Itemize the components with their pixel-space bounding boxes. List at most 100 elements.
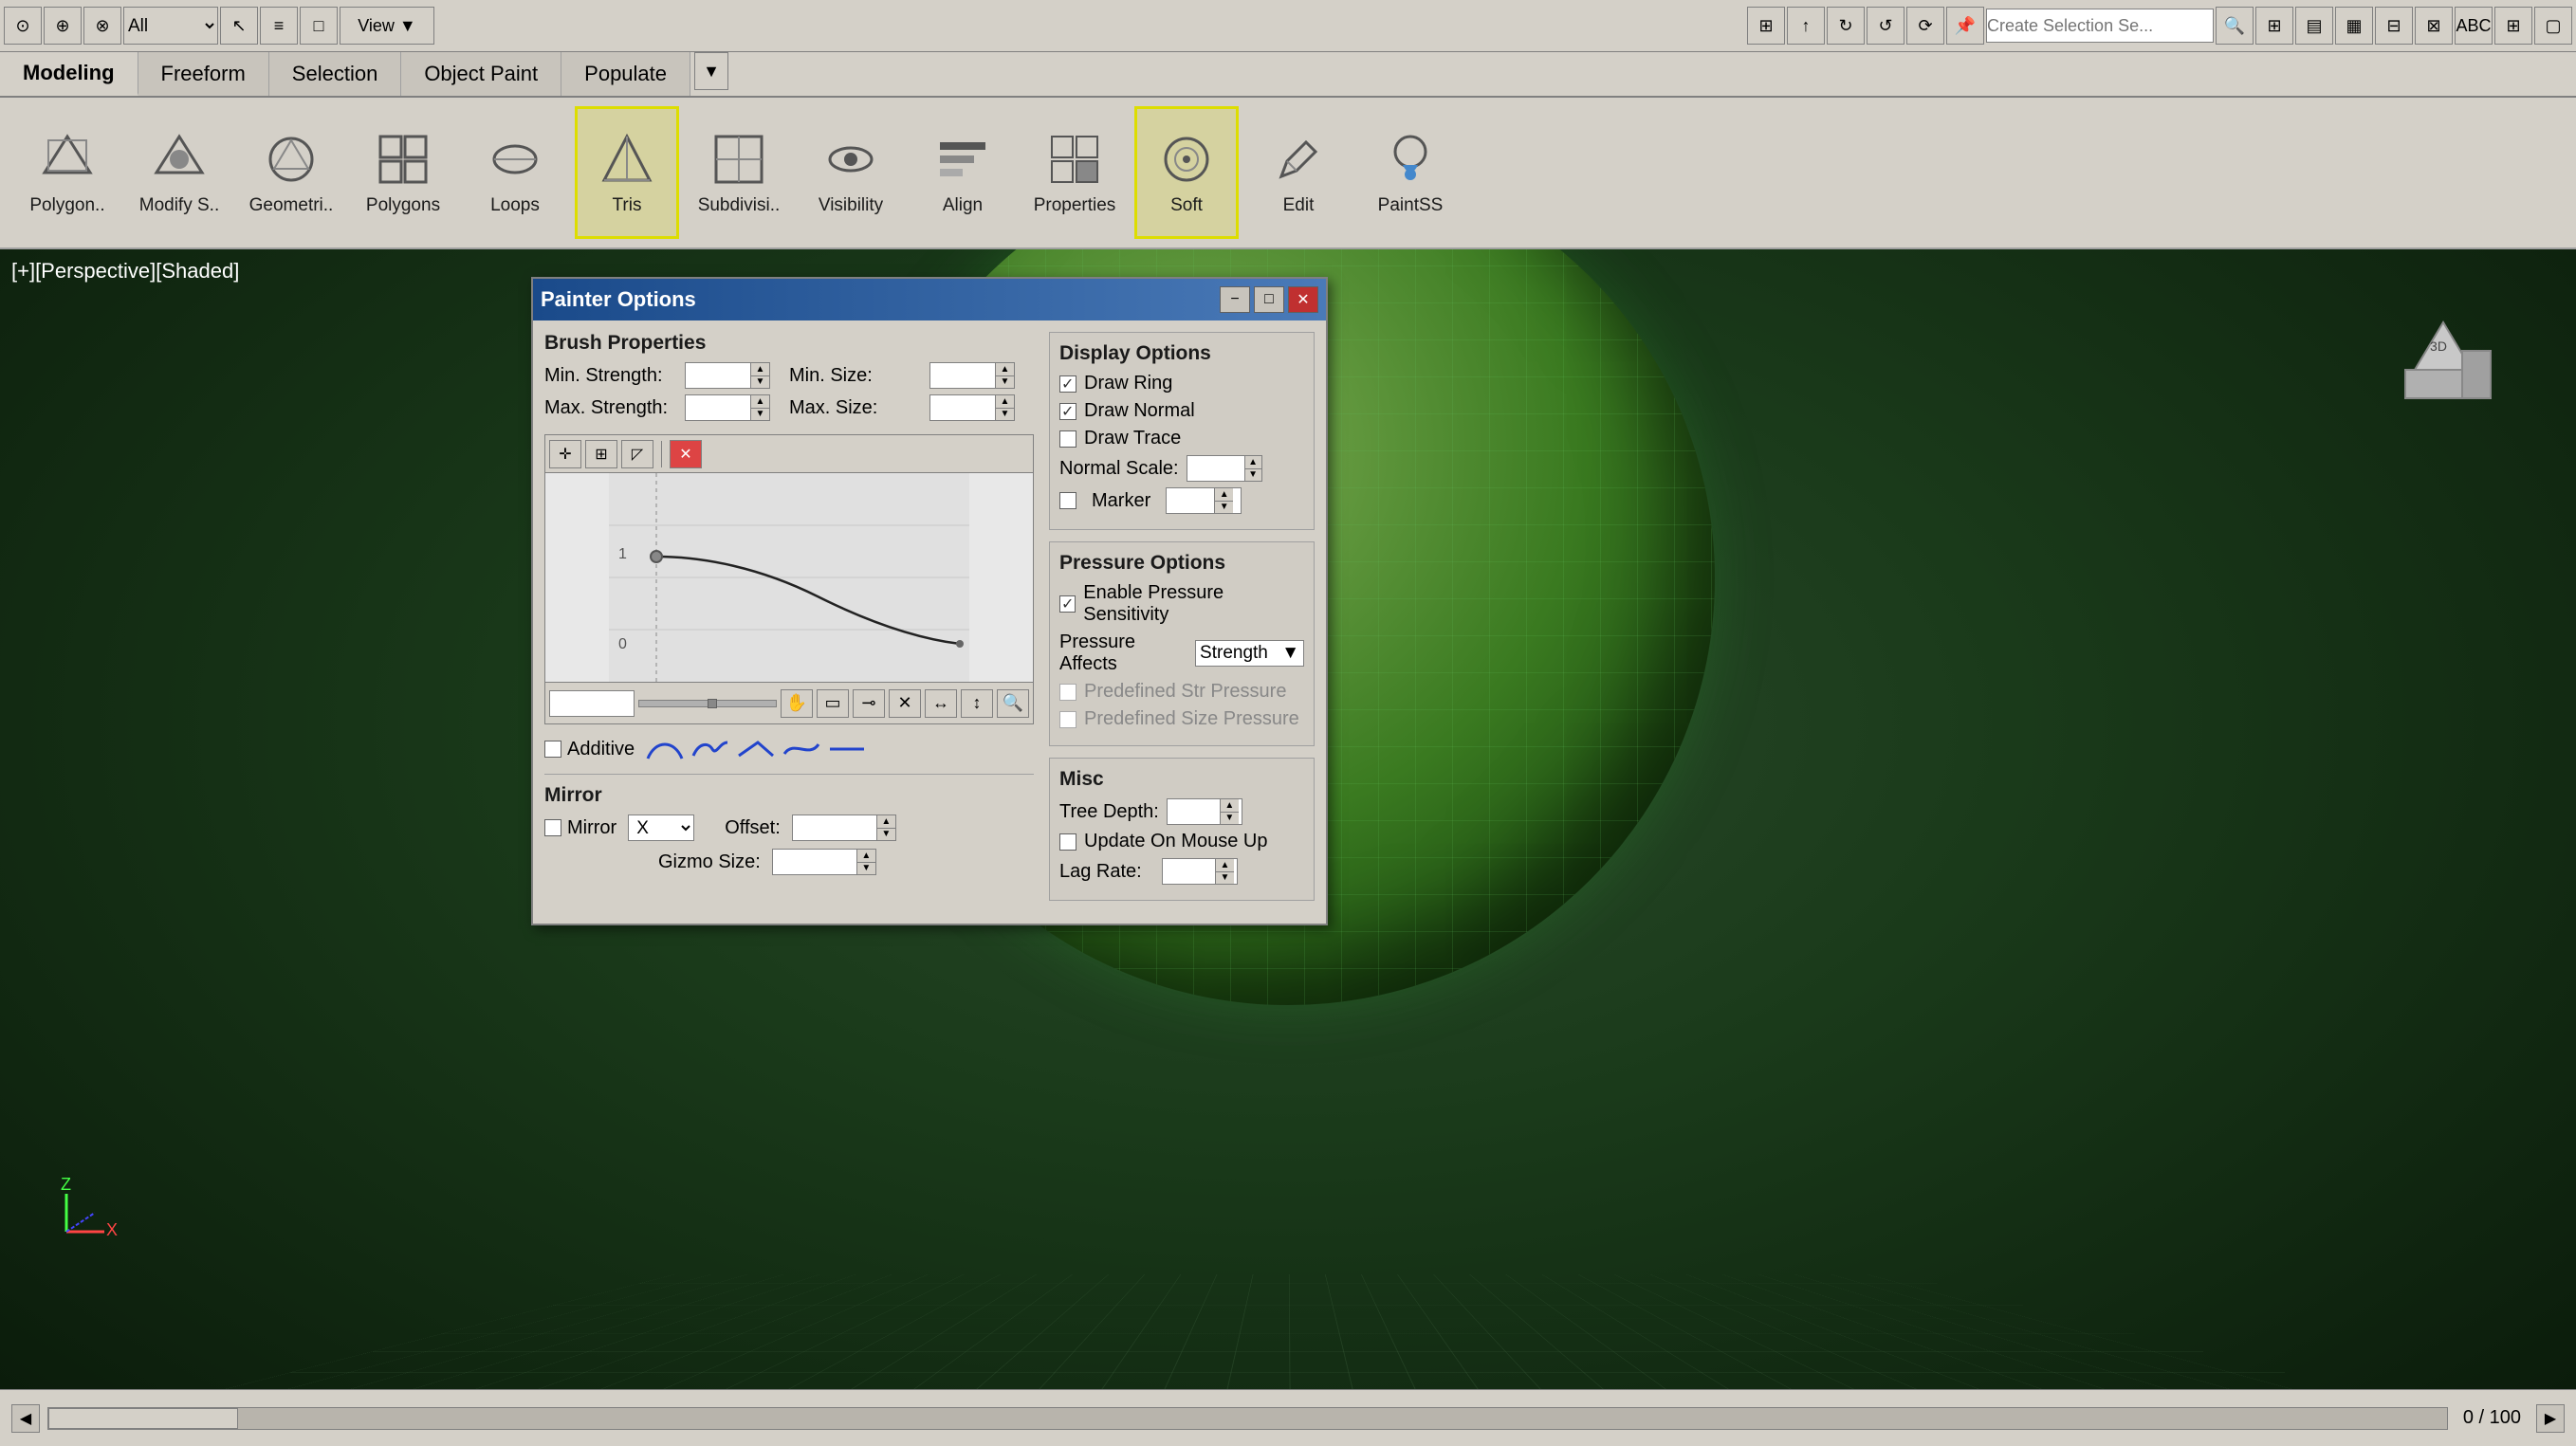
max-size-up[interactable]: ▲: [996, 395, 1014, 409]
min-strength-spinbox[interactable]: 0,0 ▲ ▼: [685, 362, 770, 389]
min-size-input[interactable]: 0,0cm: [930, 363, 995, 388]
curve-zoom-btn[interactable]: 🔍: [997, 689, 1029, 718]
curve-x-btn[interactable]: ✕: [889, 689, 921, 718]
dialog-restore-btn[interactable]: □: [1254, 286, 1284, 313]
curve-corner-btn[interactable]: ◸: [621, 440, 653, 468]
toolbar-btn-r2[interactable]: ↺: [1867, 7, 1904, 45]
toolbar-btn-up[interactable]: ↑: [1787, 7, 1825, 45]
marker-up[interactable]: ▲: [1215, 488, 1233, 502]
stroke-type-5[interactable]: [828, 732, 866, 766]
additive-checkbox[interactable]: [544, 741, 561, 758]
max-strength-up[interactable]: ▲: [751, 395, 769, 409]
toolbar-btn-r3[interactable]: ⟳: [1906, 7, 1944, 45]
nav-cube[interactable]: 3D: [2386, 294, 2500, 408]
icon-btn-paintss[interactable]: PaintSS: [1358, 106, 1463, 239]
marker-input[interactable]: 1,0: [1167, 488, 1214, 513]
max-size-input[interactable]: 50,8cm: [930, 395, 995, 420]
dialog-close-btn[interactable]: ✕: [1288, 286, 1318, 313]
offset-down[interactable]: ▼: [877, 829, 895, 841]
curve-scale-v-btn[interactable]: ↕: [961, 689, 993, 718]
toolbar-btn-snap[interactable]: ⊞: [1747, 7, 1785, 45]
scroll-right-btn[interactable]: ▶: [2536, 1404, 2565, 1433]
icon-btn-polygons[interactable]: Polygons: [351, 106, 455, 239]
toolbar-btn-pin[interactable]: 📌: [1946, 7, 1984, 45]
offset-input[interactable]: 0,0cm: [793, 815, 876, 840]
curve-scale-btn[interactable]: ⊞: [585, 440, 617, 468]
curve-rect-btn[interactable]: ▭: [817, 689, 849, 718]
scroll-left-btn[interactable]: ◀: [11, 1404, 40, 1433]
marker-checkbox[interactable]: [1059, 492, 1076, 509]
toolbar-btn-t2[interactable]: ▤: [2295, 7, 2333, 45]
lag-rate-spinbox[interactable]: 0 ▲ ▼: [1162, 858, 1238, 885]
stroke-type-3[interactable]: [737, 732, 775, 766]
normal-scale-up[interactable]: ▲: [1245, 456, 1261, 469]
curve-lasso-btn[interactable]: ⊸: [853, 689, 885, 718]
max-strength-down[interactable]: ▼: [751, 409, 769, 421]
pressure-affects-dropdown[interactable]: Strength ▼: [1195, 640, 1304, 667]
icon-btn-loops[interactable]: Loops: [463, 106, 567, 239]
curve-hand-btn[interactable]: ✋: [781, 689, 813, 718]
enable-pressure-checkbox[interactable]: [1059, 595, 1076, 613]
toolbar-btn-t6[interactable]: ABC: [2455, 7, 2493, 45]
predefined-size-checkbox[interactable]: [1059, 711, 1076, 728]
icon-btn-properties[interactable]: Properties: [1022, 106, 1127, 239]
populate-menu-btn[interactable]: ▼: [694, 52, 728, 90]
predefined-str-checkbox[interactable]: [1059, 684, 1076, 701]
additive-check-label[interactable]: Additive: [544, 739, 635, 760]
gizmo-size-input[interactable]: 127,0cm: [773, 850, 856, 874]
gizmo-size-spinbox[interactable]: 127,0cm ▲ ▼: [772, 849, 876, 875]
icon-btn-subdivision[interactable]: Subdivisi..: [687, 106, 791, 239]
curve-delete-btn[interactable]: ✕: [670, 440, 702, 468]
dialog-minimize-btn[interactable]: −: [1220, 286, 1250, 313]
tab-modeling[interactable]: Modeling: [0, 52, 138, 96]
lag-rate-up[interactable]: ▲: [1216, 859, 1234, 872]
icon-btn-geometric[interactable]: Geometri..: [239, 106, 343, 239]
toolbar-btn-3[interactable]: ⊗: [83, 7, 121, 45]
scroll-thumb[interactable]: [48, 1408, 238, 1429]
scroll-track[interactable]: [47, 1407, 2448, 1430]
search-input[interactable]: [1986, 9, 2214, 43]
draw-ring-checkbox[interactable]: [1059, 375, 1076, 393]
toolbar-btn-select[interactable]: ↖: [220, 7, 258, 45]
toolbar-btn-list[interactable]: ≡: [260, 7, 298, 45]
draw-normal-checkbox[interactable]: [1059, 403, 1076, 420]
toolbar-btn-box[interactable]: □: [300, 7, 338, 45]
mirror-axis-select[interactable]: X: [628, 815, 694, 841]
draw-trace-checkbox[interactable]: [1059, 430, 1076, 448]
max-strength-input[interactable]: 1,0: [686, 395, 750, 420]
toolbar-btn-t1[interactable]: ⊞: [2255, 7, 2293, 45]
min-strength-input[interactable]: 0,0: [686, 363, 750, 388]
tree-depth-up[interactable]: ▲: [1221, 799, 1239, 813]
normal-scale-spinbox[interactable]: 10,0 ▲ ▼: [1187, 455, 1262, 482]
offset-spinbox[interactable]: 0,0cm ▲ ▼: [792, 815, 896, 841]
lag-rate-input[interactable]: 0: [1163, 859, 1215, 884]
min-strength-up[interactable]: ▲: [751, 363, 769, 376]
tree-depth-input[interactable]: 6: [1168, 799, 1220, 824]
toolbar-btn-t8[interactable]: ▢: [2534, 7, 2572, 45]
toolbar-btn-t4[interactable]: ⊟: [2375, 7, 2413, 45]
update-mouse-up-checkbox[interactable]: [1059, 833, 1076, 851]
toolbar-btn-t5[interactable]: ⊠: [2415, 7, 2453, 45]
toolbar-btn-view[interactable]: View ▼: [340, 7, 434, 45]
min-size-down[interactable]: ▼: [996, 376, 1014, 389]
icon-btn-modify-s[interactable]: Modify S..: [127, 106, 231, 239]
icon-btn-tris[interactable]: Tris: [575, 106, 679, 239]
gizmo-size-up[interactable]: ▲: [857, 850, 875, 863]
curve-input-1[interactable]: [549, 690, 635, 717]
icon-btn-soft[interactable]: Soft: [1134, 106, 1239, 239]
toolbar-btn-search[interactable]: 🔍: [2216, 7, 2254, 45]
dialog-titlebar[interactable]: Painter Options − □ ✕: [533, 279, 1326, 320]
curve-move-btn[interactable]: ✛: [549, 440, 581, 468]
mirror-check-label[interactable]: Mirror: [544, 817, 616, 839]
tree-depth-spinbox[interactable]: 6 ▲ ▼: [1167, 798, 1242, 825]
icon-btn-visibility[interactable]: Visibility: [799, 106, 903, 239]
icon-btn-align[interactable]: Align: [911, 106, 1015, 239]
curve-scale-h-btn[interactable]: ↔: [925, 689, 957, 718]
lag-rate-down[interactable]: ▼: [1216, 872, 1234, 885]
marker-spinbox[interactable]: 1,0 ▲ ▼: [1166, 487, 1242, 514]
toolbar-btn-2[interactable]: ⊕: [44, 7, 82, 45]
offset-up[interactable]: ▲: [877, 815, 895, 829]
stroke-type-4[interactable]: [782, 732, 820, 766]
min-strength-down[interactable]: ▼: [751, 376, 769, 389]
tab-selection[interactable]: Selection: [269, 52, 402, 96]
